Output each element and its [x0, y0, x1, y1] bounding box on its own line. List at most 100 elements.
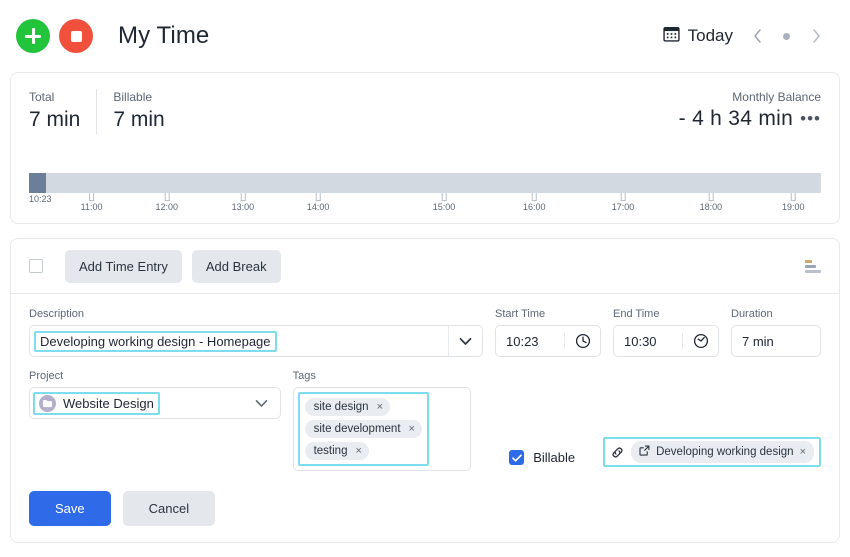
tick-notch-icon: [315, 193, 321, 201]
tick-notch-icon: [620, 193, 626, 201]
total-label: Total: [29, 90, 55, 104]
save-button[interactable]: Save: [29, 491, 111, 526]
tags-input-shell[interactable]: site design × site development × testing…: [292, 387, 472, 471]
next-day-button[interactable]: [802, 22, 830, 50]
description-input[interactable]: Developing working design - Homepage: [40, 334, 271, 349]
timeline-tick: 19:00: [782, 193, 805, 212]
remove-linked-task-icon[interactable]: ×: [800, 446, 806, 458]
total-value: 7 min: [29, 108, 81, 131]
tag-chip[interactable]: testing ×: [304, 442, 369, 460]
time-entry-form: Description Developing working design - …: [11, 294, 839, 542]
billable-label: Billable: [533, 450, 576, 465]
project-field: Project Website Design: [29, 370, 281, 419]
linked-task-label: Developing working design: [656, 446, 794, 458]
tag-label: site development: [313, 423, 401, 435]
linked-task-field: Developing working design ×: [603, 437, 821, 471]
external-link-icon: [639, 445, 650, 459]
project-folder-icon: [39, 394, 56, 412]
timeline-tick: 15:00: [433, 193, 455, 212]
start-time-picker-button[interactable]: [564, 333, 600, 349]
time-entry-card: Add Time Entry Add Break Description Dev…: [10, 238, 840, 543]
summary-card: Total 7 min Billable 7 min Monthly Balan…: [10, 72, 840, 224]
plus-icon: [25, 28, 41, 44]
monthly-balance-label: Monthly Balance: [732, 90, 821, 104]
end-time-input-shell[interactable]: 10:30: [613, 325, 719, 357]
header-controls: My Time: [16, 19, 209, 53]
remove-tag-icon[interactable]: ×: [409, 423, 415, 435]
start-time-label: Start Time: [495, 308, 546, 320]
linked-task-highlight: Developing working design ×: [603, 437, 821, 467]
sort-icon[interactable]: [805, 259, 821, 273]
chevron-down-icon: [255, 399, 267, 407]
start-time-field: Start Time 10:23: [495, 308, 601, 357]
more-options-icon[interactable]: •••: [800, 110, 821, 127]
duration-input[interactable]: 7 min: [742, 334, 774, 349]
duration-input-shell[interactable]: 7 min: [731, 325, 821, 357]
duration-label: Duration: [731, 308, 773, 320]
total-block: Total 7 min: [29, 89, 96, 134]
project-highlight: Website Design: [33, 391, 160, 415]
billable-block: Billable 7 min: [96, 89, 180, 134]
entry-toolbar: Add Time Entry Add Break: [11, 239, 839, 294]
start-timer-button[interactable]: [16, 19, 50, 53]
description-label: Description: [29, 308, 85, 320]
linked-task-chip[interactable]: Developing working design ×: [631, 441, 814, 463]
tag-label: testing: [313, 445, 348, 457]
clock-icon: [575, 333, 590, 349]
check-icon: [511, 453, 522, 462]
timeline-track[interactable]: [29, 173, 821, 193]
chevron-right-icon: [812, 29, 820, 43]
cancel-button[interactable]: Cancel: [122, 491, 216, 526]
timeline-tick: 18:00: [700, 193, 722, 212]
remove-tag-icon[interactable]: ×: [355, 445, 361, 457]
timeline-tick: 17:00: [612, 193, 634, 212]
tick-notch-icon: [531, 193, 537, 201]
clock-icon: [693, 333, 708, 349]
select-all-checkbox[interactable]: [29, 259, 43, 273]
chevron-down-icon: [459, 337, 472, 345]
link-icon[interactable]: [610, 445, 625, 460]
page-title: My Time: [118, 22, 210, 49]
project-select-shell[interactable]: Website Design: [29, 387, 281, 419]
stop-timer-button[interactable]: [59, 19, 93, 53]
calendar-icon: [662, 25, 680, 47]
tick-notch-icon: [441, 193, 447, 201]
stop-icon: [70, 30, 82, 42]
tick-notch-icon: [240, 193, 246, 201]
tick-notch-icon: [164, 193, 170, 201]
tag-label: site design: [313, 401, 369, 413]
tag-chip[interactable]: site design ×: [304, 398, 390, 416]
end-time-field: End Time 10:30: [613, 308, 719, 357]
tag-chip[interactable]: site development ×: [304, 420, 422, 438]
today-dot-indicator[interactable]: [783, 32, 790, 40]
tags-field: Tags site design × site development × te…: [292, 370, 472, 471]
form-row-primary: Description Developing working design - …: [29, 308, 821, 357]
remove-tag-icon[interactable]: ×: [377, 401, 383, 413]
description-input-shell[interactable]: Developing working design - Homepage: [29, 325, 483, 357]
timeline-tick: 11:00: [81, 193, 102, 212]
monthly-balance-value: - 4 h 34 min: [678, 107, 794, 130]
tick-notch-icon: [790, 193, 796, 201]
tick-notch-icon: [708, 193, 714, 201]
timeline-tick: 13:00: [232, 193, 254, 212]
chevron-left-icon: [753, 29, 761, 43]
end-time-picker-button[interactable]: [682, 333, 718, 349]
project-dropdown-button[interactable]: [255, 399, 280, 408]
end-time-label: End Time: [613, 308, 660, 320]
start-time-input-shell[interactable]: 10:23: [495, 325, 601, 357]
description-dropdown-button[interactable]: [448, 326, 482, 356]
start-time-input[interactable]: 10:23: [496, 334, 564, 349]
project-value: Website Design: [63, 395, 154, 411]
prev-day-button[interactable]: [743, 22, 771, 50]
timeline-segment[interactable]: [29, 173, 46, 193]
timeline-axis: 10:23 11:00 12:00 13:00 14:00 15:00 16:0…: [29, 193, 821, 215]
billable-checkbox[interactable]: [509, 450, 525, 465]
end-time-input[interactable]: 10:30: [614, 334, 682, 349]
app-header: My Time Today: [0, 0, 850, 72]
form-actions: Save Cancel: [29, 491, 821, 526]
monthly-balance-block: Monthly Balance - 4 h 34 min •••: [679, 89, 821, 133]
today-button[interactable]: Today: [657, 21, 739, 51]
today-label: Today: [687, 26, 733, 45]
add-time-entry-button[interactable]: Add Time Entry: [65, 249, 182, 283]
add-break-button[interactable]: Add Break: [191, 249, 281, 283]
